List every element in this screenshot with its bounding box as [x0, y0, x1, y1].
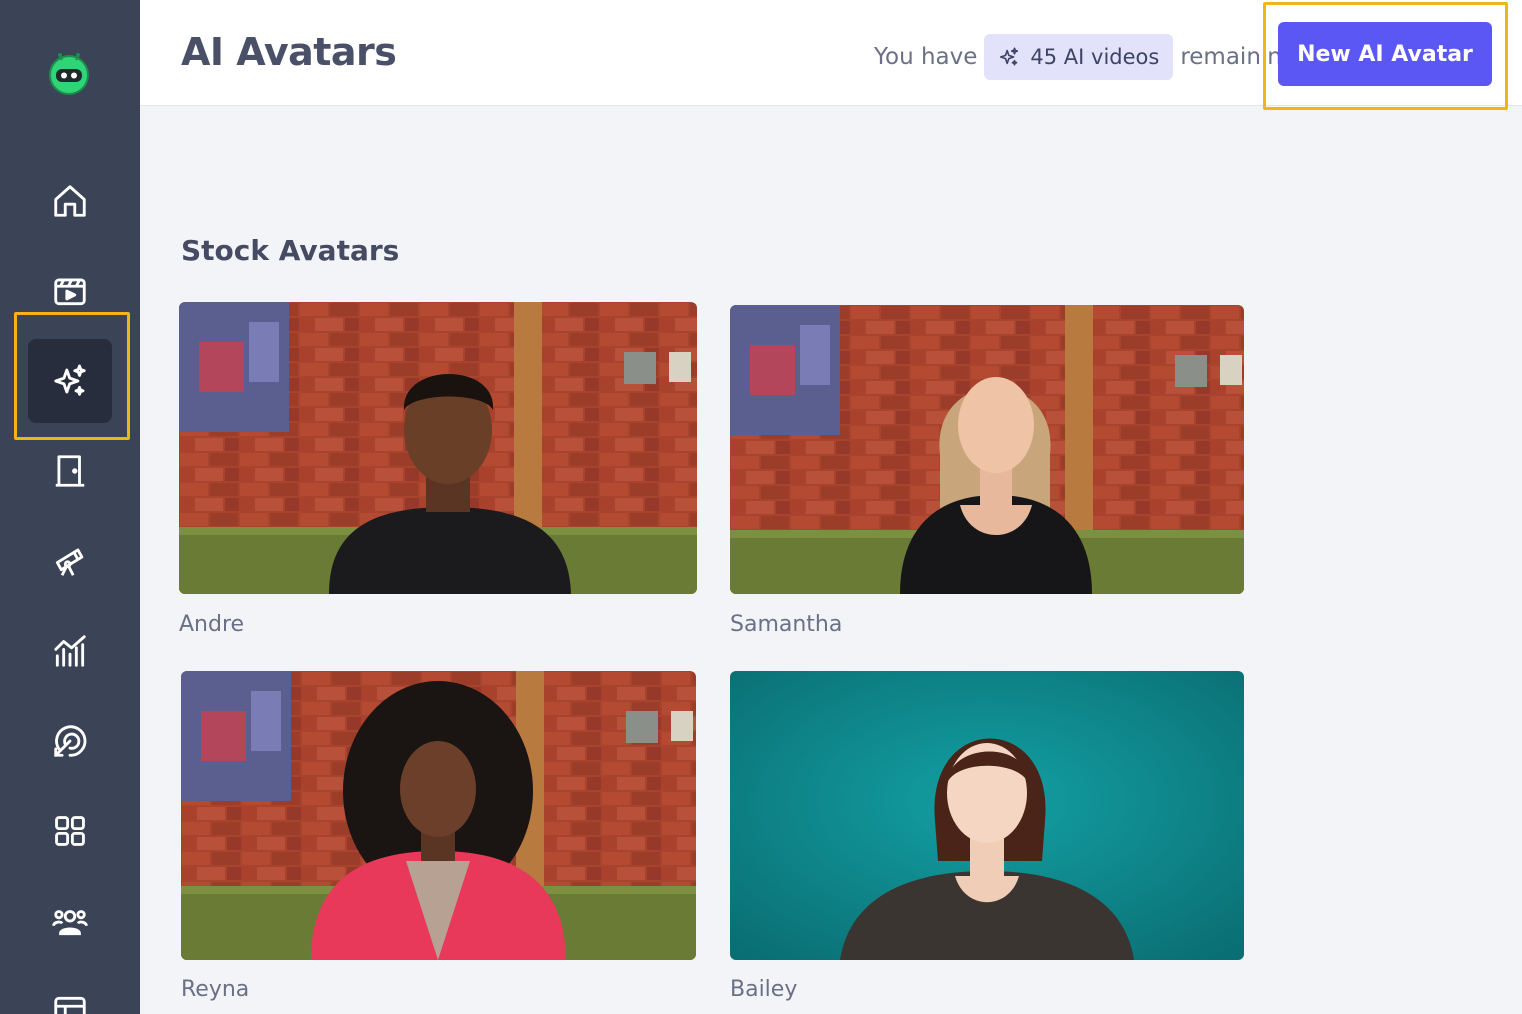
remaining-prefix: You have: [874, 44, 978, 70]
nav-analytics[interactable]: [28, 609, 112, 693]
avatar-thumbnail-image: [179, 302, 697, 594]
avatar-card[interactable]: Reyna: [181, 671, 696, 1002]
remaining-videos-info: You have 45 AI videos remaining: [874, 34, 1286, 80]
nav-videos[interactable]: [28, 249, 112, 333]
nav-templates[interactable]: [28, 969, 112, 1014]
remaining-badge: 45 AI videos: [984, 34, 1174, 80]
grid-icon: [55, 816, 85, 846]
avatar-card[interactable]: Andre: [179, 302, 697, 637]
nav-home[interactable]: [28, 159, 112, 243]
header: AI Avatars You have 45 AI videos remaini…: [140, 0, 1522, 106]
avatar-thumbnail[interactable]: [181, 671, 696, 960]
telescope-icon: [55, 548, 84, 576]
nav-ai-avatars[interactable]: [28, 339, 112, 423]
avatar-name: Bailey: [730, 977, 798, 1002]
avatar-name: Andre: [179, 612, 245, 637]
home-icon: [54, 185, 86, 217]
team-icon: [51, 910, 89, 936]
nav-explore[interactable]: [28, 519, 112, 603]
page-title: AI Avatars: [181, 30, 397, 74]
avatar-thumbnail-image: [730, 671, 1244, 960]
logo-icon[interactable]: [46, 50, 92, 96]
nav-rooms[interactable]: [28, 429, 112, 513]
door-icon: [55, 455, 85, 487]
new-ai-avatar-button[interactable]: New AI Avatar: [1278, 22, 1492, 86]
remaining-suffix: remaining: [1180, 44, 1287, 70]
sidebar: [0, 0, 140, 1014]
remaining-badge-label: 45 AI videos: [1030, 45, 1160, 69]
table-icon: [54, 996, 86, 1014]
video-clapper-icon: [54, 278, 86, 306]
avatar-card[interactable]: Bailey: [730, 671, 1244, 1002]
avatar-name: Samantha: [730, 612, 843, 637]
avatar-thumbnail[interactable]: [730, 305, 1244, 594]
avatar-thumbnail-image: [181, 671, 696, 960]
nav-goals[interactable]: [28, 699, 112, 783]
section-title: Stock Avatars: [181, 234, 400, 267]
nav-integrations[interactable]: [28, 789, 112, 873]
avatar-thumbnail[interactable]: [730, 671, 1244, 960]
analytics-icon: [54, 635, 86, 667]
avatar-thumbnail[interactable]: [179, 302, 697, 594]
avatar-name: Reyna: [181, 977, 250, 1002]
target-icon: [54, 725, 87, 757]
avatar-thumbnail-image: [730, 305, 1244, 594]
sparkles-icon: [54, 364, 86, 396]
sparkles-icon: [1000, 47, 1019, 66]
avatar-card[interactable]: Samantha: [730, 305, 1244, 637]
nav-team[interactable]: [28, 879, 112, 963]
